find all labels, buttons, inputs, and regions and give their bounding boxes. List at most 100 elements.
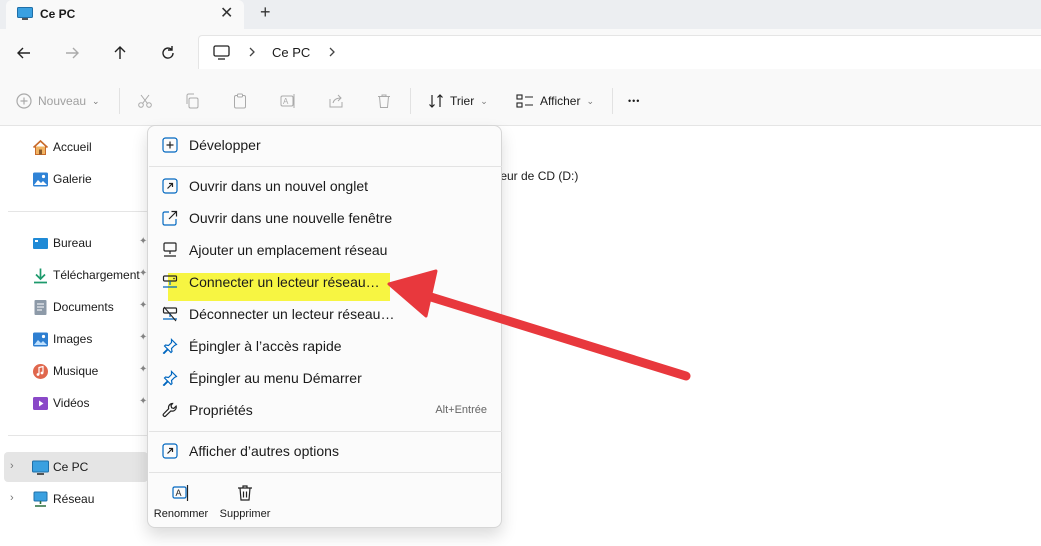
chevron-right-icon[interactable]: [327, 45, 337, 62]
sidebar-item-images[interactable]: Images ✦: [0, 324, 150, 354]
menu-item-open-new-tab[interactable]: Ouvrir dans un nouvel onglet: [152, 171, 497, 201]
sidebar-item-galerie[interactable]: Galerie: [0, 164, 150, 194]
trash-icon: [378, 94, 390, 108]
divider: [149, 166, 502, 167]
wrench-icon: [162, 402, 179, 419]
refresh-icon: [162, 46, 174, 59]
sort-label: Trier: [450, 94, 475, 108]
clipboard-icon: [234, 93, 246, 109]
share-button[interactable]: [328, 90, 344, 112]
menu-item-disconnect-network-drive[interactable]: Déconnecter un lecteur réseau…: [152, 299, 497, 329]
menu-item-pin-quick-access[interactable]: Épingler à l’accès rapide: [152, 331, 497, 361]
cut-button[interactable]: [137, 90, 153, 112]
menu-item-connect-network-drive[interactable]: Connecter un lecteur réseau…: [152, 267, 497, 297]
sidebar-item-label: Bureau: [53, 236, 92, 250]
sidebar-item-label: Galerie: [53, 172, 92, 186]
sidebar-item-label: Téléchargement: [53, 268, 140, 282]
new-button[interactable]: Nouveau ⌄: [16, 90, 100, 112]
rename-button[interactable]: A: [280, 90, 296, 112]
desktop-folder-icon: [32, 235, 49, 252]
back-button[interactable]: [14, 43, 34, 63]
divider: [119, 88, 120, 114]
command-bar: Nouveau ⌄ A Trier ⌄ Afficher ⌄ •••: [0, 76, 1041, 126]
chevron-down-icon: ⌄: [480, 95, 488, 106]
disconnect-network-drive-icon: [162, 306, 179, 323]
sidebar-item-label: Vidéos: [53, 396, 90, 410]
menu-item-label: Épingler au menu Démarrer: [189, 370, 362, 386]
pc-icon: [32, 459, 49, 476]
music-icon: [32, 363, 49, 380]
new-label: Nouveau: [38, 94, 87, 108]
menu-item-label: Ouvrir dans un nouvel onglet: [189, 178, 368, 194]
sidebar-item-bureau[interactable]: Bureau ✦: [0, 228, 150, 258]
documents-icon: [32, 299, 49, 316]
navigation-bar: Ce PC: [0, 29, 1041, 76]
chevron-down-icon: ⌄: [586, 95, 595, 106]
new-tab-button[interactable]: +: [260, 2, 271, 23]
menu-item-pin-start[interactable]: Épingler au menu Démarrer: [152, 363, 497, 393]
arrow-up-icon: [114, 46, 126, 59]
breadcrumb-ce-pc[interactable]: Ce PC: [272, 45, 310, 60]
sidebar-item-musique[interactable]: Musique ✦: [0, 356, 150, 386]
menu-item-add-network-location[interactable]: Ajouter un emplacement réseau: [152, 235, 497, 265]
pc-icon: [17, 7, 33, 24]
arrow-right-icon: [66, 47, 79, 59]
menu-item-label: Développer: [189, 137, 261, 153]
divider: [8, 211, 148, 212]
sidebar-item-ce-pc[interactable]: › Ce PC: [4, 452, 148, 482]
menu-item-more-options[interactable]: Afficher d’autres options: [152, 436, 497, 466]
menu-item-label: Épingler à l’accès rapide: [189, 338, 342, 354]
sidebar-item-documents[interactable]: Documents ✦: [0, 292, 150, 322]
scissors-icon: [138, 94, 152, 108]
sidebar-item-label: Accueil: [53, 140, 92, 154]
chevron-right-icon[interactable]: ›: [10, 460, 14, 472]
paste-button[interactable]: [232, 90, 248, 112]
menu-item-label: Afficher d’autres options: [189, 443, 339, 459]
open-new-window-icon: [162, 210, 179, 227]
drive-label-cd[interactable]: teur de CD (D:): [497, 169, 578, 183]
menu-item-label: Propriétés: [189, 402, 253, 418]
arrow-left-icon: [17, 47, 30, 59]
view-button[interactable]: Afficher ⌄: [516, 90, 594, 112]
refresh-button[interactable]: [158, 43, 178, 63]
delete-button[interactable]: Supprimer: [212, 481, 278, 523]
shortcut-hint: Alt+Entrée: [435, 404, 487, 416]
sidebar-item-accueil[interactable]: Accueil: [0, 132, 150, 162]
copy-button[interactable]: [184, 90, 200, 112]
sort-icon: [429, 94, 443, 108]
divider: [410, 88, 411, 114]
sidebar-item-telechargement[interactable]: Téléchargement ✦: [0, 260, 150, 290]
sidebar-item-label: Musique: [53, 364, 99, 378]
gallery-icon: [32, 171, 49, 188]
forward-button[interactable]: [62, 43, 82, 63]
chevron-right-icon[interactable]: [247, 45, 257, 62]
sidebar-item-reseau[interactable]: › Réseau: [0, 484, 150, 514]
sort-button[interactable]: Trier ⌄: [428, 90, 488, 112]
trash-icon: [236, 484, 254, 505]
sidebar-item-videos[interactable]: Vidéos ✦: [0, 388, 150, 418]
view-label: Afficher: [540, 94, 581, 108]
more-options-button[interactable]: •••: [628, 90, 640, 112]
menu-item-label: Déconnecter un lecteur réseau…: [189, 306, 395, 322]
images-icon: [32, 331, 49, 348]
divider: [149, 431, 502, 432]
network-icon: [32, 491, 49, 508]
up-button[interactable]: [110, 43, 130, 63]
tab-ce-pc[interactable]: Ce PC ✕: [6, 0, 244, 29]
divider: [612, 88, 613, 114]
pin-start-icon: [162, 370, 179, 387]
home-icon: [32, 139, 49, 156]
chevron-right-icon[interactable]: ›: [10, 492, 14, 504]
map-network-drive-icon: [162, 274, 179, 291]
navigation-pane: Accueil Galerie Bureau ✦ Téléchargement …: [0, 126, 156, 546]
rename-icon: A: [172, 484, 190, 505]
delete-button[interactable]: [376, 90, 392, 112]
menu-item-properties[interactable]: Propriétés Alt+Entrée: [152, 395, 497, 425]
plus-circle-icon: [16, 93, 32, 109]
menu-item-open-new-window[interactable]: Ouvrir dans une nouvelle fenêtre: [152, 203, 497, 233]
address-bar[interactable]: Ce PC: [198, 35, 1041, 69]
rename-button[interactable]: A Renommer: [148, 481, 214, 523]
menu-item-developper[interactable]: Développer: [152, 130, 497, 160]
videos-icon: [32, 395, 49, 412]
close-tab-icon[interactable]: ✕: [220, 3, 233, 23]
